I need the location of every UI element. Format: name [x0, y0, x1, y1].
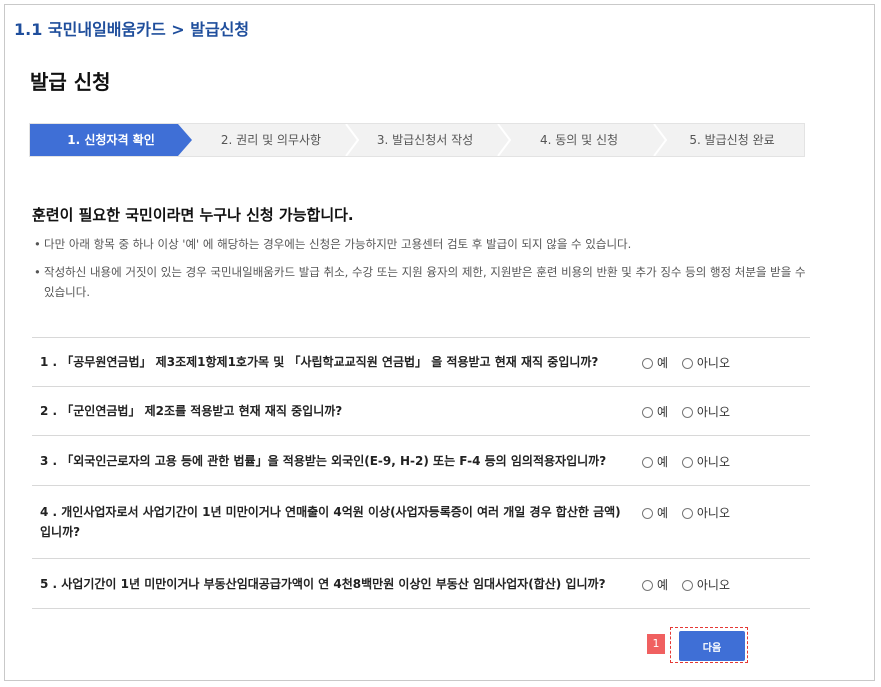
radio-icon: [642, 457, 653, 468]
radio-icon: [681, 358, 693, 369]
radio-icon: [642, 580, 653, 591]
annotation-marker: 1: [647, 634, 665, 654]
answer-options: 예 아니오: [642, 403, 740, 420]
question-row: 2 . 「군인연금법」 제2조를 적용받고 현재 재직 중입니까? 예 아니오: [32, 387, 810, 436]
radio-icon: [681, 508, 693, 519]
question-text: 3 . 「외국인근로자의 고용 등에 관한 법률」을 적용받는 외국인(E-9,…: [40, 454, 607, 468]
answer-no-radio[interactable]: 아니오: [681, 504, 730, 521]
step-2-rights-duties: 2. 권리 및 의무사항: [220, 133, 322, 147]
answer-no-radio[interactable]: 아니오: [681, 403, 730, 420]
radio-icon: [681, 580, 693, 591]
answer-yes-radio[interactable]: 예: [642, 453, 668, 470]
notice-text: 다만 아래 항목 중 하나 이상 '예' 에 해당하는 경우에는 신청은 가능하…: [44, 237, 632, 251]
answer-yes-radio[interactable]: 예: [642, 576, 668, 593]
answer-yes-radio[interactable]: 예: [642, 504, 668, 521]
question-text: 4 . 개인사업자로서 사업기간이 1년 미만이거나 연매출이 4억원 이상(사…: [40, 505, 621, 539]
question-text: 2 . 「군인연금법」 제2조를 적용받고 현재 재직 중입니까?: [40, 404, 343, 418]
answer-options: 예 아니오: [642, 354, 740, 371]
bullet-icon: •: [34, 265, 41, 279]
radio-icon: [681, 457, 693, 468]
radio-icon: [642, 407, 653, 418]
breadcrumb: 1.1 국민내일배움카드 > 발급신청: [14, 20, 250, 39]
answer-options: 예 아니오: [642, 576, 740, 593]
radio-icon: [642, 358, 653, 369]
radio-icon: [681, 407, 693, 418]
question-text: 1 . 「공무원연금법」 제3조제1항제1호가목 및 「사립학교교직원 연금법」…: [40, 355, 599, 369]
step-1-eligibility: 1. 신청자격 확인: [30, 124, 192, 156]
step-5-complete: 5. 발급신청 완료: [689, 133, 775, 147]
radio-icon: [642, 508, 653, 519]
question-row: 5 . 사업기간이 1년 미만이거나 부동산임대공급가액이 연 4천8백만원 이…: [32, 559, 810, 609]
answer-options: 예 아니오: [642, 504, 740, 521]
step-3-application-form: 3. 발급신청서 작성: [376, 133, 474, 147]
next-button[interactable]: 다음: [679, 631, 745, 661]
page-title: 발급 신청: [30, 70, 111, 94]
question-row: 3 . 「외국인근로자의 고용 등에 관한 법률」을 적용받는 외국인(E-9,…: [32, 436, 810, 486]
notice-item: • 작성하신 내용에 거짓이 있는 경우 국민내일배움카드 발급 취소, 수강 …: [34, 262, 814, 302]
notice-item: • 다만 아래 항목 중 하나 이상 '예' 에 해당하는 경우에는 신청은 가…: [34, 234, 814, 254]
answer-yes-radio[interactable]: 예: [642, 403, 668, 420]
step-progress-bar: 1. 신청자격 확인 2. 권리 및 의무사항 3. 발급신청서 작성 4. 동…: [29, 123, 805, 157]
question-table: 1 . 「공무원연금법」 제3조제1항제1호가목 및 「사립학교교직원 연금법」…: [32, 337, 810, 609]
answer-no-radio[interactable]: 아니오: [681, 354, 730, 371]
answer-no-radio[interactable]: 아니오: [681, 453, 730, 470]
bullet-icon: •: [34, 237, 41, 251]
question-row: 1 . 「공무원연금법」 제3조제1항제1호가목 및 「사립학교교직원 연금법」…: [32, 338, 810, 387]
question-row: 4 . 개인사업자로서 사업기간이 1년 미만이거나 연매출이 4억원 이상(사…: [32, 486, 810, 559]
answer-yes-radio[interactable]: 예: [642, 354, 668, 371]
notice-text: 작성하신 내용에 거짓이 있는 경우 국민내일배움카드 발급 취소, 수강 또는…: [44, 265, 806, 299]
answer-no-radio[interactable]: 아니오: [681, 576, 730, 593]
step-4-consent-apply: 4. 동의 및 신청: [539, 133, 619, 147]
intro-heading: 훈련이 필요한 국민이라면 누구나 신청 가능합니다.: [32, 206, 354, 224]
question-text: 5 . 사업기간이 1년 미만이거나 부동산임대공급가액이 연 4천8백만원 이…: [40, 577, 606, 591]
answer-options: 예 아니오: [642, 453, 740, 470]
